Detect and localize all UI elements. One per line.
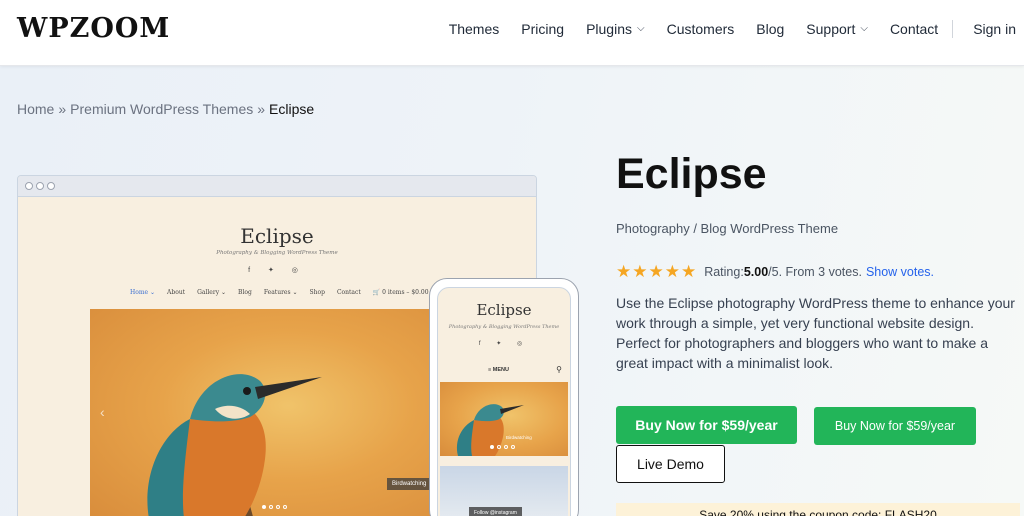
slider-dot[interactable] xyxy=(511,445,515,449)
window-dot-icon xyxy=(47,182,55,190)
phone-site-tagline: Photography & Blogging WordPress Theme xyxy=(448,324,560,330)
site-logo[interactable]: WPZOOM xyxy=(17,13,170,44)
rating-suffix: /5. From 3 votes. xyxy=(768,265,862,279)
preview-menu-item: Gallery ⌄ xyxy=(197,289,227,296)
preview-menu-item: Home ⌄ xyxy=(130,289,156,296)
browser-bar xyxy=(18,176,536,197)
product-description: Use the Eclipse photography WordPress th… xyxy=(616,295,1015,371)
breadcrumb: Home» Premium WordPress Themes» Eclipse xyxy=(17,101,314,117)
buy-now-button[interactable]: Buy Now for $59/year xyxy=(616,406,797,444)
chevron-down-icon: ⌵ xyxy=(860,22,868,34)
slider-dot[interactable] xyxy=(276,505,280,509)
slider-dot[interactable] xyxy=(490,445,494,449)
breadcrumb-home[interactable]: Home xyxy=(17,101,54,117)
show-votes-link[interactable]: Show votes. xyxy=(866,265,934,279)
preview-menu-item: Shop xyxy=(309,289,325,296)
slider-dots xyxy=(262,505,290,509)
preview-menu-item: About xyxy=(167,289,186,296)
product-title: Eclipse xyxy=(616,150,767,198)
preview-menu-item: Blog xyxy=(238,289,252,296)
breadcrumb-separator: » xyxy=(257,101,266,117)
slider-prev-icon[interactable]: ‹ xyxy=(100,404,105,420)
slider-dot[interactable] xyxy=(497,445,501,449)
nav-item-plugins[interactable]: Plugins ⌵ xyxy=(586,21,645,37)
coupon-banner: Save 20% using the coupon code: FLASH20 xyxy=(616,503,1020,516)
phone-site-title: Eclipse xyxy=(476,301,532,319)
phone-menu-bar: ≡ MENU ⚲ xyxy=(438,364,570,378)
main-nav: Themes Pricing Plugins ⌵ Customers Blog S… xyxy=(427,20,1016,38)
slider-dot[interactable] xyxy=(262,505,266,509)
window-dot-icon xyxy=(36,182,44,190)
preview-menu-item: Contact xyxy=(336,289,361,296)
phone-menu-label: ≡ MENU xyxy=(488,367,509,373)
slider-dot[interactable] xyxy=(504,445,508,449)
site-header: WPZOOM Themes Pricing Plugins ⌵ Customers… xyxy=(0,0,1024,66)
rating-score: 5.00 xyxy=(743,265,769,279)
preview-menu-item: Features ⌄ xyxy=(263,289,298,296)
rating-prefix: Rating: xyxy=(704,265,744,279)
preview-site-title: Eclipse xyxy=(240,224,314,248)
product-subtitle: Photography / Blog WordPress Theme xyxy=(616,221,839,236)
preview-menu: Home ⌄ About Gallery ⌄ Blog Features ⌄ S… xyxy=(130,289,441,296)
phone-screen: Eclipse Photography & Blogging WordPress… xyxy=(437,287,571,516)
star-rating-icon: ★★★★★ xyxy=(616,262,698,281)
phone-follow-badge: Follow @instagram xyxy=(469,507,522,516)
nav-item-themes[interactable]: Themes xyxy=(449,21,500,37)
breadcrumb-separator: » xyxy=(58,101,67,117)
chevron-down-icon: ⌵ xyxy=(636,22,645,34)
slider-dot[interactable] xyxy=(269,505,273,509)
phone-social-icons: f ✦ ◎ xyxy=(478,341,530,347)
nav-item-blog[interactable]: Blog xyxy=(756,21,784,37)
nav-item-pricing[interactable]: Pricing xyxy=(521,21,564,37)
phone-caption: Birdwatching xyxy=(506,435,532,440)
nav-item-contact[interactable]: Contact xyxy=(890,21,938,37)
preview-social-icons: f ✦ ◎ xyxy=(248,267,306,274)
preview-menu-item: 🛒 0 items – $0.00 xyxy=(372,289,429,296)
preview-site-tagline: Photography & Blogging WordPress Theme xyxy=(216,250,338,256)
search-icon: ⚲ xyxy=(556,365,562,374)
product-rating: ★★★★★ Rating: 5.00/5. From 3 votes. Show… xyxy=(616,262,934,282)
phone-slider-dots xyxy=(490,445,518,449)
breadcrumb-parent[interactable]: Premium WordPress Themes xyxy=(70,101,253,117)
nav-item-support[interactable]: Support ⌵ xyxy=(806,21,868,37)
slider-dot[interactable] xyxy=(283,505,287,509)
sign-in-link[interactable]: Sign in xyxy=(973,21,1016,37)
nav-item-customers[interactable]: Customers xyxy=(667,21,735,37)
preview-caption: Birdwatching xyxy=(387,478,432,490)
buy-now-secondary-button[interactable]: Buy Now for $59/year xyxy=(814,407,976,445)
breadcrumb-current: Eclipse xyxy=(269,101,315,117)
phone-preview: Eclipse Photography & Blogging WordPress… xyxy=(429,278,579,516)
window-dot-icon xyxy=(25,182,33,190)
nav-divider xyxy=(952,20,954,38)
live-demo-button[interactable]: Live Demo xyxy=(616,445,725,483)
